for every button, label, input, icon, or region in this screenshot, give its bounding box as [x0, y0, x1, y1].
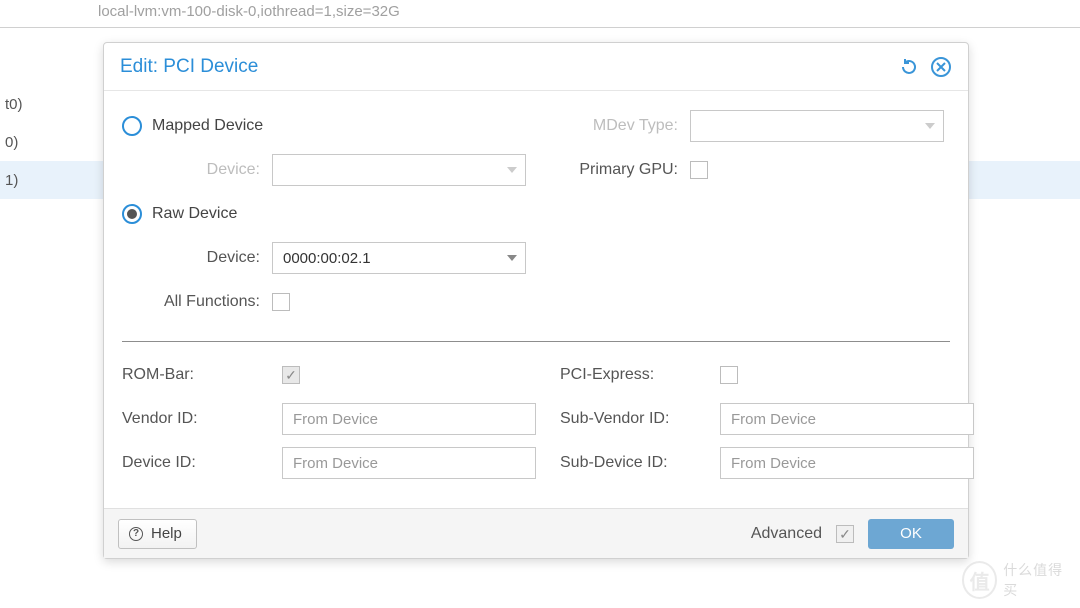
- raw-device-label[interactable]: Raw Device: [152, 205, 237, 223]
- rom-bar-checkbox[interactable]: [282, 366, 300, 384]
- rom-bar-label: ROM-Bar:: [122, 366, 282, 384]
- raw-device-combo[interactable]: 0000:00:02.1: [272, 242, 526, 274]
- mdev-type-label: MDev Type:: [550, 117, 690, 135]
- dialog-header: Edit: PCI Device: [104, 43, 968, 91]
- pci-express-label: PCI-Express:: [560, 366, 720, 384]
- all-functions-label: All Functions:: [122, 293, 272, 311]
- mapped-device-field-label: Device:: [122, 161, 272, 179]
- ok-button[interactable]: OK: [868, 519, 954, 549]
- dialog-body: Mapped Device Device: Raw Device Device:…: [104, 91, 968, 508]
- mapped-device-combo: [272, 154, 526, 186]
- bg-path: local-lvm:vm-100-disk-0,iothread=1,size=…: [0, 0, 1080, 24]
- all-functions-checkbox[interactable]: [272, 293, 290, 311]
- primary-gpu-label: Primary GPU:: [550, 161, 690, 179]
- reset-icon[interactable]: [898, 56, 920, 78]
- vendor-id-input[interactable]: [282, 403, 536, 435]
- help-button[interactable]: ? Help: [118, 519, 197, 549]
- pci-express-checkbox[interactable]: [720, 366, 738, 384]
- mapped-device-label[interactable]: Mapped Device: [152, 117, 263, 135]
- raw-device-radio[interactable]: [122, 204, 142, 224]
- sub-device-id-input[interactable]: [720, 447, 974, 479]
- primary-gpu-checkbox[interactable]: [690, 161, 708, 179]
- advanced-label: Advanced: [751, 525, 822, 543]
- dialog-title: Edit: PCI Device: [120, 56, 258, 78]
- mdev-type-combo: [690, 110, 944, 142]
- watermark: 值 什么值得买: [962, 560, 1072, 600]
- sub-vendor-id-input[interactable]: [720, 403, 974, 435]
- device-id-label: Device ID:: [122, 454, 282, 472]
- advanced-checkbox[interactable]: [836, 525, 854, 543]
- raw-device-field-label: Device:: [122, 249, 272, 267]
- dialog-footer: ? Help Advanced OK: [104, 508, 968, 558]
- help-label: Help: [151, 525, 182, 542]
- bg-divider: [0, 27, 1080, 28]
- sub-device-id-label: Sub-Device ID:: [560, 454, 720, 472]
- mapped-device-radio[interactable]: [122, 116, 142, 136]
- divider: [122, 341, 950, 342]
- edit-pci-device-dialog: Edit: PCI Device Mapped Device Device:: [103, 42, 969, 559]
- vendor-id-label: Vendor ID:: [122, 410, 282, 428]
- sub-vendor-id-label: Sub-Vendor ID:: [560, 410, 720, 428]
- watermark-icon: 值: [962, 561, 997, 599]
- device-id-input[interactable]: [282, 447, 536, 479]
- close-icon[interactable]: [930, 56, 952, 78]
- help-icon: ?: [129, 527, 143, 541]
